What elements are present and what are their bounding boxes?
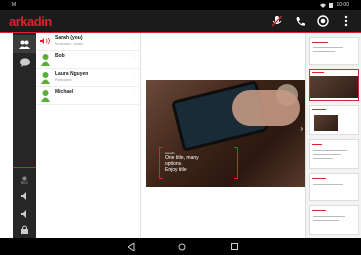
participant-role: Moderator · Audio [55, 42, 83, 46]
rec-label: REC [20, 181, 29, 185]
side-rail: REC [13, 33, 36, 238]
participant-menu-icon[interactable]: ⋮ [132, 56, 137, 62]
lock-icon [21, 225, 28, 234]
avatar-icon [41, 72, 50, 84]
recents-button[interactable] [228, 241, 240, 252]
record-dot-icon [22, 176, 27, 180]
thumb-line [313, 150, 347, 151]
record-icon [317, 15, 329, 27]
participants-tab[interactable] [13, 35, 36, 53]
phone-button[interactable] [293, 14, 307, 28]
slide-thumbnails [305, 33, 361, 238]
thumbnail[interactable] [309, 173, 359, 201]
next-slide-icon[interactable]: › [300, 124, 303, 133]
battery-icon [329, 3, 334, 8]
status-bar: M 10:00 [0, 0, 361, 10]
thumb-accent [312, 178, 326, 179]
rail-divider [13, 167, 36, 168]
thumbnail[interactable] [309, 105, 359, 135]
thumb-line [313, 47, 343, 48]
lock-button[interactable] [13, 220, 36, 238]
participant-menu-icon[interactable]: ⋮ [132, 74, 137, 80]
status-right: 10:00 [320, 0, 349, 10]
chat-icon [19, 57, 30, 67]
thumbnail-selected[interactable] [309, 69, 359, 101]
slide-hand-image [232, 90, 300, 126]
thumb-image [314, 115, 338, 131]
thumb-accent [312, 144, 322, 145]
system-nav-bar [0, 238, 361, 255]
record-button[interactable] [316, 14, 330, 28]
slide-bracket-left [159, 147, 163, 179]
recents-icon [230, 243, 238, 250]
thumb-image [310, 76, 358, 98]
thumb-line [313, 51, 335, 52]
home-icon [178, 243, 186, 250]
brand-logo: arkadin [9, 14, 52, 29]
thumb-accent [312, 109, 326, 110]
volume-icon [20, 192, 26, 200]
back-icon [127, 242, 134, 251]
thumb-line [313, 158, 333, 159]
mute-icon [272, 15, 282, 26]
thumb-accent [312, 210, 326, 211]
thumb-line [313, 220, 339, 221]
participant-row[interactable]: Laura Nguyen Participant ⋮ [36, 69, 141, 87]
volume-up-button[interactable] [13, 187, 36, 205]
thumb-accent [312, 42, 328, 43]
avatar-icon [41, 54, 50, 66]
thumb-line [313, 154, 341, 155]
back-button[interactable] [125, 241, 137, 252]
status-time: 10:00 [336, 2, 349, 8]
participants-icon [19, 40, 30, 49]
phone-icon [296, 16, 305, 26]
thumbnail[interactable] [309, 205, 359, 235]
thumb-line [313, 216, 345, 217]
participants-panel: Sarah (you) Moderator · Audio ⋮ Bob ⋮ La… [36, 33, 141, 238]
thumbnail[interactable] [309, 37, 359, 65]
speaking-icon [40, 37, 50, 45]
thumb-accent [312, 72, 324, 73]
participant-row[interactable]: Bob ⋮ [36, 51, 141, 69]
volume-low-icon [20, 210, 26, 218]
participant-name: Sarah (you) [55, 35, 83, 41]
participant-name: Laura Nguyen [55, 71, 89, 77]
slide-bracket-right [234, 147, 238, 179]
more-button[interactable] [339, 14, 353, 28]
participant-role: Participant [55, 78, 72, 82]
app-bar: arkadin [0, 10, 361, 32]
slide-line-3: Enjoy title [165, 167, 187, 173]
mute-button[interactable] [270, 14, 284, 28]
participant-name: Michael [55, 89, 74, 95]
home-button[interactable] [176, 241, 188, 252]
status-left: M [12, 2, 17, 8]
more-icon [344, 15, 348, 27]
participant-menu-icon[interactable]: ⋮ [132, 92, 137, 98]
slide-text: arkadin One title, many options. Enjoy t… [165, 151, 220, 173]
current-slide[interactable]: arkadin One title, many options. Enjoy t… [146, 80, 306, 187]
thumb-line [313, 184, 343, 185]
app-actions [270, 14, 353, 28]
chat-tab[interactable] [13, 53, 36, 71]
participant-row[interactable]: Sarah (you) Moderator · Audio ⋮ [36, 33, 141, 51]
participant-menu-icon[interactable]: ⋮ [132, 38, 137, 44]
wifi-icon [320, 3, 327, 8]
avatar-icon [41, 90, 50, 102]
participant-name: Bob [55, 53, 65, 59]
thumbnail[interactable] [309, 139, 359, 169]
participant-row[interactable]: Michael ⋮ [36, 87, 141, 105]
